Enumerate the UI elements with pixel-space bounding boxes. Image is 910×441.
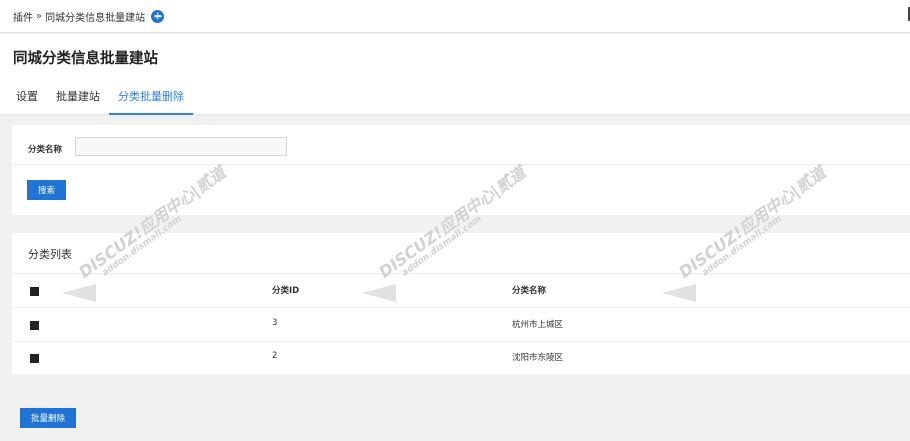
breadcrumb-current: 同城分类信息批量建站 [45, 12, 146, 24]
search-divider [12, 164, 910, 165]
add-circle-icon[interactable] [151, 9, 165, 23]
table-row: 2 沈阳市东陵区 [12, 341, 910, 375]
table-header-row: 分类ID 分类名称 [12, 274, 910, 308]
column-header-name: 分类名称 [512, 286, 547, 296]
breadcrumb-separator: » [36, 10, 43, 22]
batch-delete-button[interactable]: 批量删除 [20, 408, 76, 428]
row-checkbox[interactable] [30, 354, 39, 363]
page-header: 同城分类信息批量建站 设置 批量建站 分类批量删除 [0, 34, 910, 115]
category-name-label: 分类名称 [28, 145, 63, 155]
category-list-panel: 分类列表 分类ID 分类名称 3 杭州市上城区 2 沈阳市东陵区 [12, 233, 910, 374]
search-button[interactable]: 搜索 [27, 180, 66, 200]
tab-bar: 设置 批量建站 分类批量删除 [7, 80, 193, 115]
breadcrumb: 插件 » 同城分类信息批量建站 [0, 0, 910, 33]
row-category-id: 2 [272, 351, 278, 361]
row-checkbox[interactable] [30, 321, 39, 330]
category-name-input[interactable] [75, 137, 287, 156]
row-category-name: 杭州市上城区 [512, 320, 564, 330]
tab-batch-build[interactable]: 批量建站 [47, 80, 109, 115]
tab-settings[interactable]: 设置 [7, 80, 47, 115]
column-header-id: 分类ID [272, 286, 300, 296]
page-title: 同城分类信息批量建站 [13, 51, 158, 67]
table-row: 3 杭州市上城区 [12, 308, 910, 342]
list-title: 分类列表 [28, 248, 72, 261]
tab-batch-delete-categories[interactable]: 分类批量删除 [109, 80, 193, 115]
select-all-checkbox[interactable] [30, 287, 39, 296]
row-category-id: 3 [272, 318, 278, 328]
row-category-name: 沈阳市东陵区 [512, 353, 564, 363]
breadcrumb-root-link[interactable]: 插件 [13, 9, 33, 24]
search-panel: 分类名称 搜索 [12, 125, 910, 215]
